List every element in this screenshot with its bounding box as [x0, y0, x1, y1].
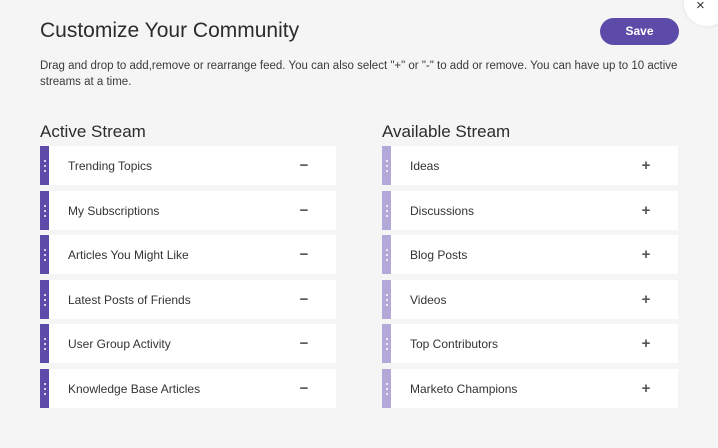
- drag-handle-icon[interactable]: [40, 235, 49, 274]
- minus-icon[interactable]: −: [294, 157, 314, 174]
- active-stream-item[interactable]: Articles You Might Like −: [40, 235, 336, 274]
- plus-icon[interactable]: +: [636, 335, 656, 352]
- stream-item-label: My Subscriptions: [68, 203, 160, 218]
- drag-handle-icon[interactable]: [382, 146, 391, 185]
- available-stream-item[interactable]: Marketo Champions +: [382, 369, 678, 408]
- stream-item-label: Knowledge Base Articles: [68, 381, 201, 396]
- minus-icon[interactable]: −: [294, 335, 314, 352]
- available-stream-item[interactable]: Discussions +: [382, 191, 678, 230]
- drag-handle-icon[interactable]: [40, 191, 49, 230]
- drag-handle-icon[interactable]: [382, 191, 391, 230]
- plus-icon[interactable]: +: [636, 202, 656, 219]
- save-button[interactable]: Save: [600, 18, 679, 45]
- active-stream-title: Active Stream: [40, 122, 146, 141]
- close-icon[interactable]: ×: [696, 0, 705, 13]
- active-stream-item[interactable]: User Group Activity −: [40, 324, 336, 363]
- plus-icon[interactable]: +: [636, 157, 656, 174]
- stream-item-label: User Group Activity: [68, 336, 171, 351]
- plus-icon[interactable]: +: [636, 246, 656, 263]
- available-stream-column: Available Stream Ideas + Discussions + B…: [382, 122, 678, 408]
- stream-item-label: Videos: [410, 292, 447, 307]
- drag-handle-icon[interactable]: [382, 235, 391, 274]
- stream-item-label: Top Contributors: [410, 336, 499, 351]
- customize-community-modal: × Customize Your Community Save Drag and…: [0, 0, 718, 448]
- drag-handle-icon[interactable]: [382, 324, 391, 363]
- drag-handle-icon[interactable]: [40, 280, 49, 319]
- stream-item-label: Discussions: [410, 203, 475, 218]
- active-stream-item[interactable]: Trending Topics −: [40, 146, 336, 185]
- minus-icon[interactable]: −: [294, 291, 314, 308]
- stream-item-label: Trending Topics: [68, 158, 153, 173]
- drag-handle-icon[interactable]: [382, 369, 391, 408]
- close-button[interactable]: ×: [684, 0, 718, 26]
- minus-icon[interactable]: −: [294, 380, 314, 397]
- stream-item-label: Ideas: [410, 158, 440, 173]
- plus-icon[interactable]: +: [636, 380, 656, 397]
- instructions-text: Drag and drop to add,remove or rearrange…: [40, 60, 678, 88]
- active-stream-item[interactable]: Latest Posts of Friends −: [40, 280, 336, 319]
- active-stream-column: Active Stream Trending Topics − My Subsc…: [40, 122, 336, 408]
- active-stream-item[interactable]: My Subscriptions −: [40, 191, 336, 230]
- stream-item-label: Blog Posts: [410, 247, 468, 262]
- available-stream-item[interactable]: Ideas +: [382, 146, 678, 185]
- available-stream-item[interactable]: Blog Posts +: [382, 235, 678, 274]
- drag-handle-icon[interactable]: [40, 369, 49, 408]
- active-stream-item[interactable]: Knowledge Base Articles −: [40, 369, 336, 408]
- available-stream-item[interactable]: Top Contributors +: [382, 324, 678, 363]
- minus-icon[interactable]: −: [294, 246, 314, 263]
- drag-handle-icon[interactable]: [382, 280, 391, 319]
- drag-handle-icon[interactable]: [40, 324, 49, 363]
- minus-icon[interactable]: −: [294, 202, 314, 219]
- stream-item-label: Latest Posts of Friends: [68, 292, 191, 307]
- stream-item-label: Marketo Champions: [410, 381, 518, 396]
- available-stream-title: Available Stream: [382, 122, 511, 141]
- drag-handle-icon[interactable]: [40, 146, 49, 185]
- plus-icon[interactable]: +: [636, 291, 656, 308]
- page-title: Customize Your Community: [40, 19, 300, 42]
- stream-item-label: Articles You Might Like: [68, 247, 189, 262]
- available-stream-item[interactable]: Videos +: [382, 280, 678, 319]
